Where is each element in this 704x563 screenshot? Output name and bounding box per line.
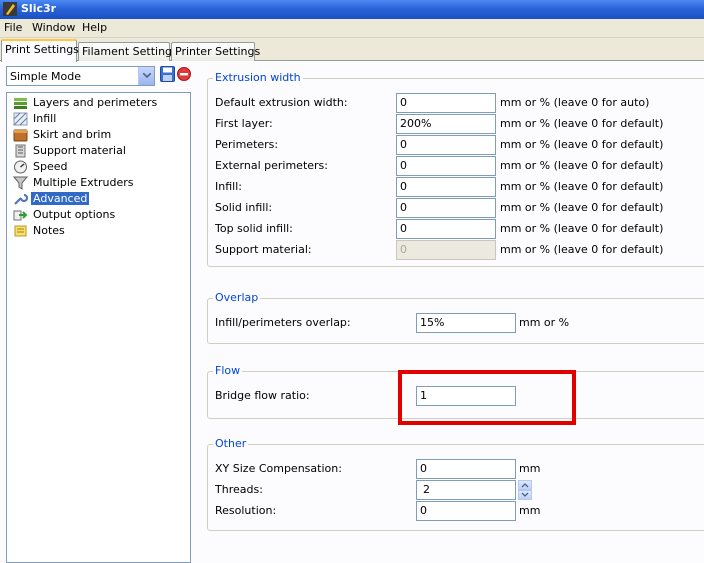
tree-item-label: Advanced	[31, 192, 90, 205]
tree-item-speed[interactable]: Speed	[11, 159, 187, 175]
support-material-icon	[15, 144, 26, 158]
funnel-icon	[13, 176, 28, 190]
xy-size-compensation-input[interactable]: 0	[416, 459, 516, 479]
external-perimeters-label: External perimeters:	[215, 159, 328, 172]
menu-file[interactable]: File	[4, 21, 22, 34]
menu-bar: File Window Help	[0, 19, 704, 38]
default-extrusion-width-input[interactable]: 0	[396, 93, 496, 113]
group-title: Overlap	[213, 291, 261, 304]
tree-item-output-options[interactable]: Output options	[11, 207, 187, 223]
left-panel: Simple Mode Layers and perimeters Infill	[0, 62, 200, 563]
threads-spinner-input[interactable]: 2	[416, 480, 516, 500]
tab-printer-settings[interactable]: Printer Settings	[171, 42, 260, 61]
unit-text: mm or % (leave 0 for default)	[500, 180, 664, 193]
spin-down-button[interactable]	[518, 490, 532, 500]
tree-item-multiple-extruders[interactable]: Multiple Extruders	[11, 175, 187, 191]
menu-help[interactable]: Help	[82, 21, 107, 34]
perimeters-label: Perimeters:	[215, 138, 279, 151]
default-extrusion-width-label: Default extrusion width:	[215, 96, 348, 109]
resolution-input[interactable]: 0	[416, 501, 516, 521]
settings-page-tree: Layers and perimeters Infill Skirt and b…	[6, 92, 191, 563]
layers-icon	[14, 98, 27, 109]
unit-text: mm or %	[519, 316, 570, 329]
skirt-brim-icon	[13, 129, 28, 142]
infill-input[interactable]: 0	[396, 177, 496, 197]
unit-text: mm	[519, 462, 541, 475]
tab-strip: Print Settings Filament Settings Printer…	[0, 38, 704, 62]
title-bar: Slic3r	[0, 0, 704, 19]
tree-item-layers-perimeters[interactable]: Layers and perimeters	[11, 95, 187, 111]
tree-item-label: Infill	[33, 112, 57, 125]
menu-window[interactable]: Window	[32, 21, 75, 34]
chevron-down-icon	[143, 73, 151, 78]
perimeters-input[interactable]: 0	[396, 135, 496, 155]
tree-item-label: Multiple Extruders	[33, 176, 134, 189]
external-perimeters-input[interactable]: 0	[396, 156, 496, 176]
support-material-label: Support material:	[215, 243, 312, 256]
chevron-down-icon	[521, 492, 529, 497]
bridge-flow-ratio-label: Bridge flow ratio:	[215, 389, 310, 402]
save-preset-button[interactable]	[160, 66, 175, 82]
infill-perimeters-overlap-label: Infill/perimeters overlap:	[215, 316, 351, 329]
tree-item-label: Support material	[33, 144, 126, 157]
top-solid-infill-label: Top solid infill:	[215, 222, 293, 235]
group-title: Flow	[213, 364, 243, 377]
solid-infill-input[interactable]: 0	[396, 198, 496, 218]
tab-filament-settings[interactable]: Filament Settings	[78, 42, 178, 61]
tree-item-label: Layers and perimeters	[33, 96, 158, 109]
unit-text: mm or % (leave 0 for auto)	[500, 96, 650, 109]
unit-text: mm or % (leave 0 for default)	[500, 138, 664, 151]
chevron-up-icon	[521, 483, 529, 488]
tree-item-skirt-brim[interactable]: Skirt and brim	[11, 127, 187, 143]
preset-select[interactable]: Simple Mode	[6, 66, 155, 86]
tree-item-label: Skirt and brim	[33, 128, 112, 141]
spin-up-button[interactable]	[518, 480, 532, 490]
tree-item-label: Speed	[33, 160, 68, 173]
wrench-icon	[14, 193, 28, 205]
infill-perimeters-overlap-input[interactable]: 15%	[416, 313, 516, 333]
unit-text: mm or % (leave 0 for default)	[500, 222, 664, 235]
unit-text: mm or % (leave 0 for default)	[500, 159, 664, 172]
output-arrow-icon	[13, 210, 28, 221]
resolution-label: Resolution:	[215, 504, 277, 517]
preset-select-value: Simple Mode	[10, 70, 82, 83]
speed-icon	[14, 160, 27, 174]
dropdown-arrow[interactable]	[138, 67, 154, 85]
infill-label: Infill:	[215, 180, 242, 193]
first-layer-input[interactable]: 200%	[396, 114, 496, 134]
tree-item-advanced[interactable]: Advanced	[11, 191, 187, 207]
group-title: Other	[213, 437, 249, 450]
unit-text: mm or % (leave 0 for default)	[500, 243, 664, 256]
infill-icon	[13, 112, 28, 126]
tree-item-label: Output options	[33, 208, 116, 221]
window-title: Slic3r	[21, 2, 57, 15]
slic3r-logo-icon	[3, 2, 17, 16]
threads-label: Threads:	[215, 483, 263, 496]
delete-preset-button[interactable]	[177, 67, 191, 81]
unit-text: mm or % (leave 0 for default)	[500, 117, 664, 130]
first-layer-label: First layer:	[215, 117, 273, 130]
tree-item-infill[interactable]: Infill	[11, 111, 187, 127]
notes-icon	[14, 225, 27, 237]
xy-size-compensation-label: XY Size Compensation:	[215, 462, 342, 475]
group-title: Extrusion width	[213, 71, 303, 84]
support-material-input: 0	[396, 240, 496, 260]
solid-infill-label: Solid infill:	[215, 201, 273, 214]
unit-text: mm	[519, 504, 541, 517]
highlight-annotation	[398, 370, 576, 425]
unit-text: mm or % (leave 0 for default)	[500, 201, 664, 214]
tree-item-support-material[interactable]: Support material	[11, 143, 187, 159]
tree-item-notes[interactable]: Notes	[11, 223, 187, 239]
tree-item-label: Notes	[33, 224, 65, 237]
top-solid-infill-input[interactable]: 0	[396, 219, 496, 239]
tab-print-settings[interactable]: Print Settings	[1, 39, 79, 62]
